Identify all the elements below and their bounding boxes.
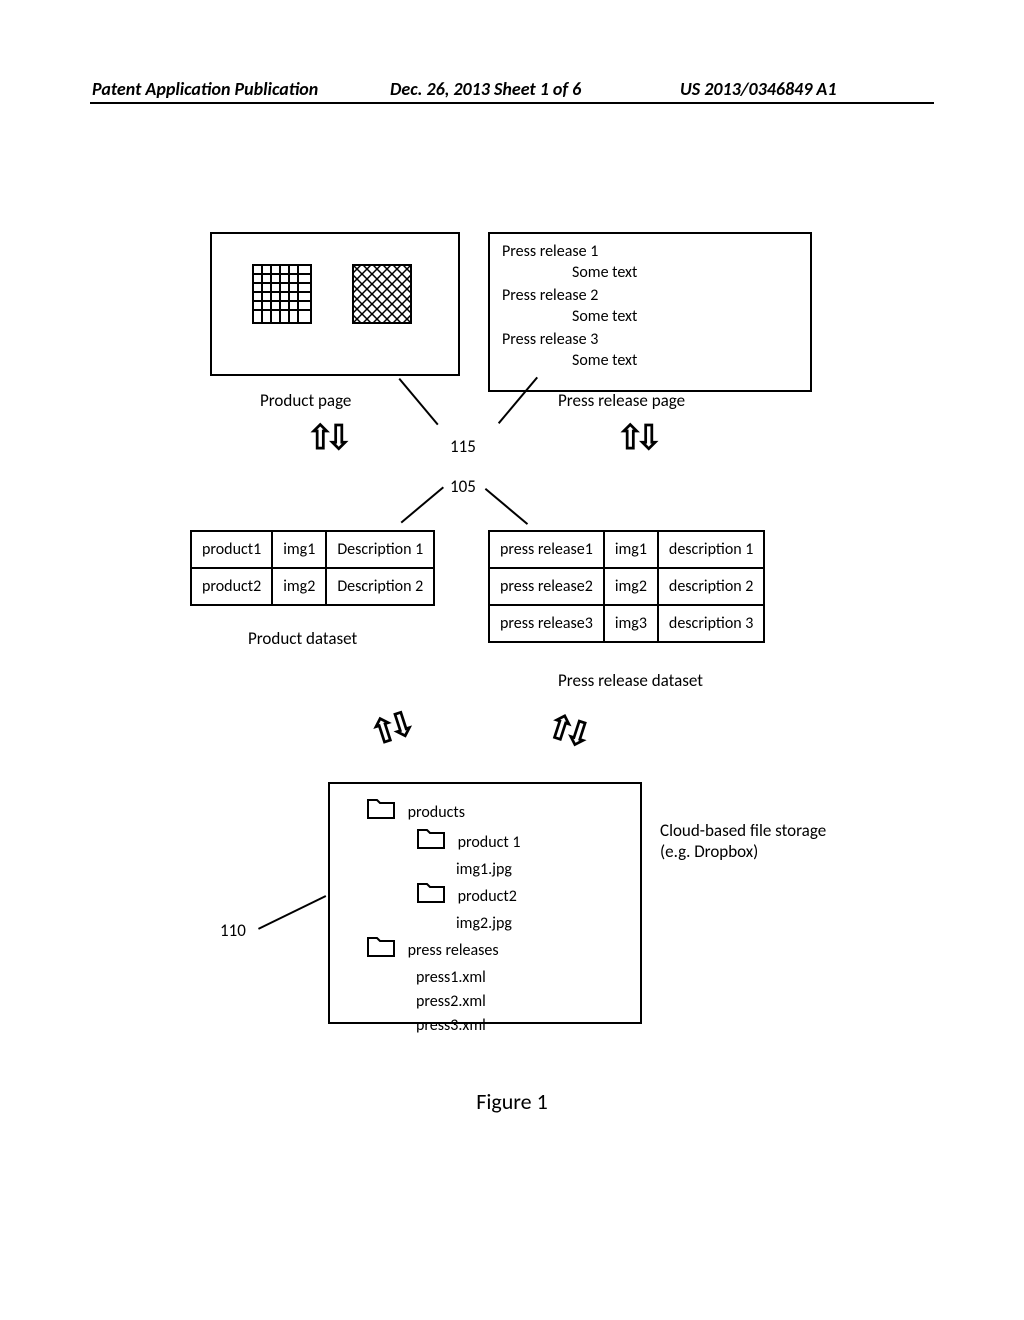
press-item-3-title: Press release 3 [502,330,798,349]
header-center: Dec. 26, 2013 Sheet 1 of 6 [390,78,581,100]
press-release-page-box: Press release 1 Some text Press release … [488,232,812,392]
ref-110: 110 [220,920,246,941]
press-item-3: Press release 3 Some text [502,330,798,370]
ref-105: 105 [450,476,476,497]
press-item-1-title: Press release 1 [502,242,798,261]
press-release-dataset-label: Press release dataset [558,670,703,691]
lead-line [258,895,326,930]
press-item-2-text: Some text [502,307,798,326]
ref-115: 115 [450,436,476,457]
tree-products-label: products [408,803,465,822]
tree-product2-label: product2 [458,887,517,906]
storage-label: Cloud-based file storage (e.g. Dropbox) [660,820,850,862]
updown-arrows-tilt-icon: ⇧⇩ [365,705,413,755]
press-release-page-label: Press release page [558,390,685,411]
cell: press release2 [489,568,604,605]
folder-icon [366,798,396,828]
tree-product1: product 1 [416,828,520,858]
press-item-2: Press release 2 Some text [502,286,798,326]
tree-press-file1: press1.xml [416,966,520,990]
crosshatch-pattern-icon [352,264,412,324]
page: Patent Application Publication Dec. 26, … [0,0,1024,1320]
product-dataset-table: product1 img1 Description 1 product2 img… [190,530,435,606]
folder-icon [416,828,446,858]
cell: product2 [191,568,272,605]
folder-icon [366,936,396,966]
cell: description 2 [658,568,764,605]
product-page-label: Product page [260,390,351,411]
cell: img3 [604,605,658,642]
lead-line [485,488,528,525]
header-left: Patent Application Publication [92,78,318,100]
tree-product2-file: img2.jpg [416,912,520,936]
updown-arrows-tilt-icon: ⇧⇩ [541,705,589,755]
storage-box: products product 1 img1.jpg product2 img… [328,782,642,1024]
updown-arrows-icon: ⇧⇩ [306,418,343,459]
cell: product1 [191,531,272,568]
press-release-dataset-table: press release1 img1 description 1 press … [488,530,765,643]
tree-products: products [366,798,520,828]
tree-press: press releases [366,936,520,966]
tree-press-label: press releases [408,941,499,960]
cell: description 1 [658,531,764,568]
product-dataset-label: Product dataset [248,628,357,649]
tree-press-file3: press3.xml [416,1014,520,1038]
tree-product1-label: product 1 [458,833,521,852]
cell: img1 [272,531,326,568]
cell: img2 [272,568,326,605]
cell: Description 1 [326,531,434,568]
header-right: US 2013/0346849 A1 [680,78,836,100]
cell: press release1 [489,531,604,568]
header-rule [90,102,934,104]
press-item-1-text: Some text [502,263,798,282]
lead-line [401,486,444,523]
figure-caption: Figure 1 [0,1088,1024,1115]
table-row: press release3 img3 description 3 [489,605,764,642]
updown-arrows-icon: ⇧⇩ [616,418,653,459]
cell: description 3 [658,605,764,642]
press-item-2-title: Press release 2 [502,286,798,305]
table-row: product1 img1 Description 1 [191,531,434,568]
table-row: product2 img2 Description 2 [191,568,434,605]
tree-press-file2: press2.xml [416,990,520,1014]
cell: press release3 [489,605,604,642]
tree-product1-file: img1.jpg [416,858,520,882]
tree-product2: product2 [416,882,520,912]
table-row: press release1 img1 description 1 [489,531,764,568]
press-item-3-text: Some text [502,351,798,370]
product-page-box [210,232,460,376]
grid-pattern-icon [252,264,312,324]
lead-line [398,378,438,425]
table-row: press release2 img2 description 2 [489,568,764,605]
cell: Description 2 [326,568,434,605]
folder-icon [416,882,446,912]
press-item-1: Press release 1 Some text [502,242,798,282]
cell: img1 [604,531,658,568]
cell: img2 [604,568,658,605]
